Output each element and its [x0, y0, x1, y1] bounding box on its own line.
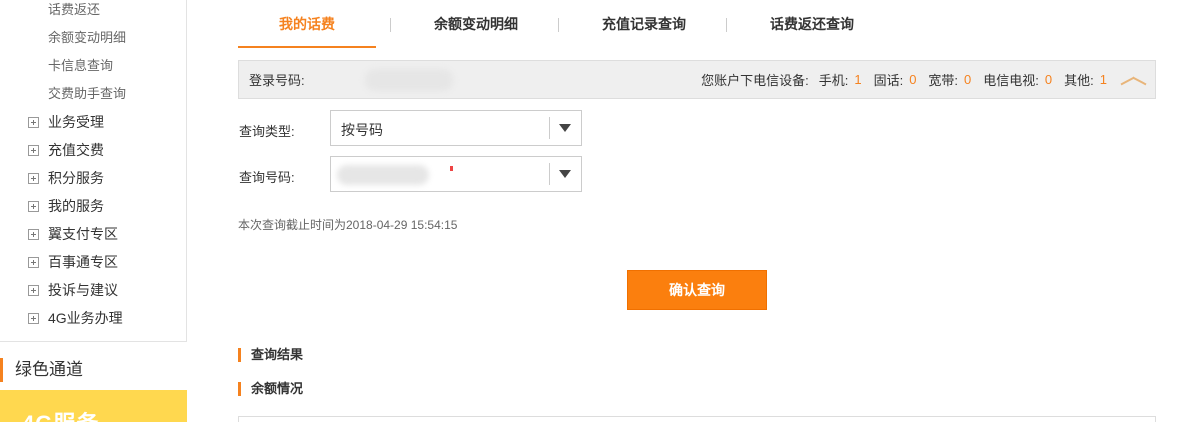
sidebar-menu: 话费返还 余额变动明细 卡信息查询 交费助手查询 业务受理 充值交费 积分服务 … — [0, 0, 187, 342]
select-divider — [549, 117, 550, 139]
tv-count: 0 — [1044, 72, 1053, 87]
sidebar-item-label: 积分服务 — [48, 170, 104, 186]
tab-divider — [558, 18, 559, 32]
sidebar-item-label: 我的服务 — [48, 198, 104, 214]
broadband-count: 0 — [964, 72, 972, 87]
tab-divider — [390, 18, 391, 32]
expand-plus-icon[interactable] — [28, 144, 39, 156]
tab-bar: 我的话费 余额变动明细 充值记录查询 话费返还查询 — [238, 10, 1156, 48]
query-type-select[interactable]: 按号码 — [330, 110, 582, 146]
device-summary: 您账户下电信设备: 手机: 1 固话: 0 宽带: 0 电信电视: 0 其他: 1 — [701, 61, 1147, 98]
sidebar: 话费返还 余额变动明细 卡信息查询 交费助手查询 业务受理 充值交费 积分服务 … — [0, 0, 187, 422]
devices-label: 您账户下电信设备: — [701, 73, 809, 88]
fixed-count: 0 — [909, 72, 917, 87]
section-balance-status: 余额情况 — [238, 382, 303, 396]
sidebar-item-baishitong[interactable]: 百事通专区 — [28, 254, 118, 270]
green-channel-heading: 绿色通道 — [0, 358, 83, 382]
banner-label: 4G服务 — [22, 406, 99, 422]
sidebar-item-business[interactable]: 业务受理 — [28, 114, 104, 130]
section-query-result: 查询结果 — [238, 348, 303, 362]
tab-my-bill[interactable]: 我的话费 — [238, 10, 376, 48]
expand-plus-icon[interactable] — [28, 284, 39, 296]
tv-label: 电信电视: — [983, 73, 1039, 88]
sidebar-subitem-bill-refund[interactable]: 话费返还 — [48, 2, 100, 18]
account-info-bar: 登录号码: 您账户下电信设备: 手机: 1 固话: 0 宽带: 0 电信电视: 0 其他… — [238, 60, 1156, 99]
sidebar-item-complaints[interactable]: 投诉与建议 — [28, 282, 118, 298]
select-divider — [549, 163, 550, 185]
tab-recharge-record[interactable]: 充值记录查询 — [576, 10, 712, 48]
query-cutoff-time: 本次查询截止时间为2018-04-29 15:54:15 — [238, 218, 458, 232]
tab-refund-query[interactable]: 话费返还查询 — [744, 10, 880, 48]
result-table-border — [238, 416, 1156, 422]
collapse-chevron-up-icon[interactable] — [1119, 72, 1147, 88]
tab-divider — [726, 18, 727, 32]
query-number-label: 查询号码: — [239, 170, 295, 185]
other-label: 其他: — [1064, 73, 1094, 88]
sidebar-item-recharge[interactable]: 充值交费 — [28, 142, 104, 158]
sidebar-item-points[interactable]: 积分服务 — [28, 170, 104, 186]
sidebar-item-label: 百事通专区 — [48, 254, 118, 270]
4g-service-banner[interactable]: 4G服务 — [0, 390, 187, 422]
expand-plus-icon[interactable] — [28, 256, 39, 268]
sidebar-item-label: 翼支付专区 — [48, 226, 118, 242]
expand-plus-icon[interactable] — [28, 172, 39, 184]
other-count: 1 — [1099, 72, 1107, 87]
caret-down-icon[interactable] — [559, 170, 571, 178]
sidebar-subitem-card-info[interactable]: 卡信息查询 — [48, 58, 113, 74]
confirm-query-button[interactable]: 确认查询 — [627, 270, 767, 310]
sidebar-item-label: 投诉与建议 — [48, 282, 118, 298]
sidebar-subitem-balance-detail[interactable]: 余额变动明细 — [48, 30, 126, 46]
red-mark — [450, 166, 453, 171]
login-number-label: 登录号码: — [249, 73, 305, 88]
query-number-select[interactable] — [330, 156, 582, 192]
sidebar-item-my-services[interactable]: 我的服务 — [28, 198, 104, 214]
sidebar-item-label: 充值交费 — [48, 142, 104, 158]
broadband-label: 宽带: — [928, 73, 959, 88]
sidebar-item-label: 业务受理 — [48, 114, 104, 130]
expand-plus-icon[interactable] — [28, 228, 39, 240]
tab-balance-detail[interactable]: 余额变动明细 — [408, 10, 544, 48]
sidebar-item-4g[interactable]: 4G业务办理 — [28, 310, 123, 326]
sidebar-item-bestpay[interactable]: 翼支付专区 — [28, 226, 118, 242]
fixed-label: 固话: — [873, 73, 904, 88]
expand-plus-icon[interactable] — [28, 200, 39, 212]
redacted-login-number — [364, 68, 453, 91]
expand-plus-icon[interactable] — [28, 312, 39, 324]
query-type-value: 按号码 — [341, 122, 383, 138]
redacted-query-number — [337, 165, 429, 185]
query-type-label: 查询类型: — [239, 124, 295, 139]
sidebar-subitem-payment-assistant[interactable]: 交费助手查询 — [48, 86, 126, 102]
expand-plus-icon[interactable] — [28, 116, 39, 128]
mobile-label: 手机: — [818, 73, 849, 88]
mobile-count: 1 — [854, 72, 862, 87]
caret-down-icon[interactable] — [559, 124, 571, 132]
sidebar-item-label: 4G业务办理 — [48, 310, 123, 326]
